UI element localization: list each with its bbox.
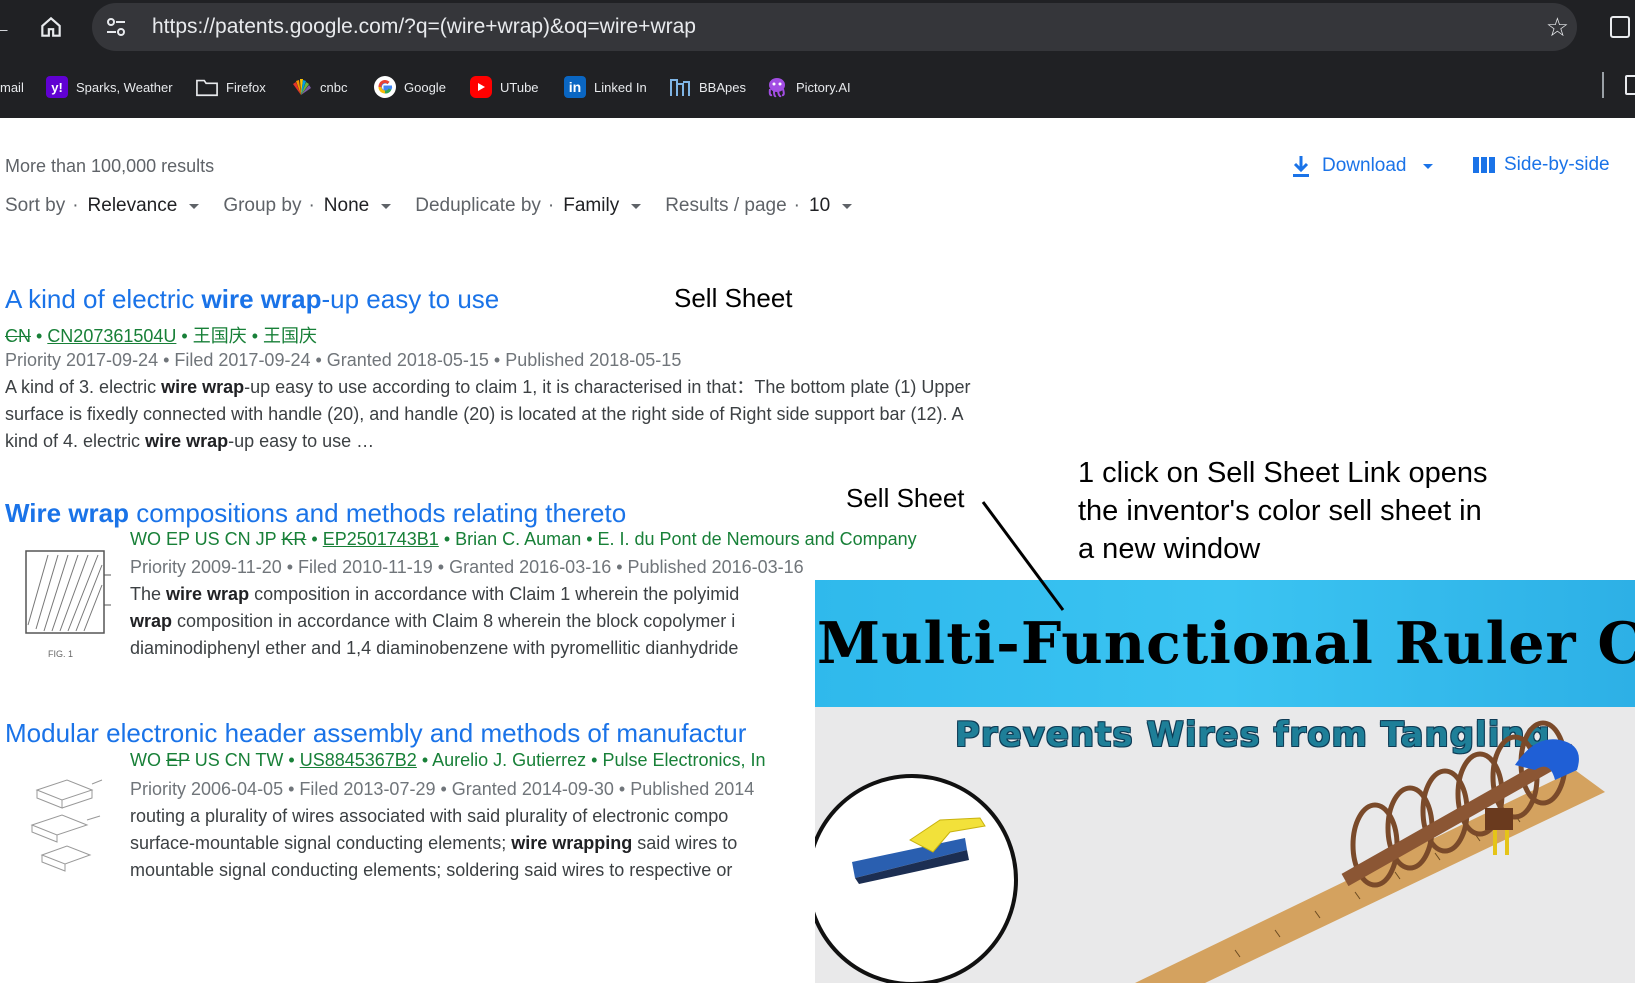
home-icon[interactable] [36, 12, 66, 42]
youtube-icon [470, 76, 492, 98]
sell-sheet-illustration [815, 720, 1605, 983]
result-title-link[interactable]: A kind of electric wire wrap-up easy to … [5, 284, 499, 315]
bookmark-firefox[interactable]: Firefox [196, 74, 266, 100]
country-codes: US CN TW [194, 750, 284, 770]
results-count: More than 100,000 results [5, 156, 215, 176]
sell-sheet-link[interactable]: Sell Sheet [846, 483, 965, 514]
bookmark-label: Linked In [594, 79, 647, 95]
patent-figure-thumbnail[interactable]: FIG. 1 [18, 545, 113, 675]
url-text[interactable]: https://patents.google.com/?q=(wire+wrap… [152, 15, 696, 39]
bookmark-utube[interactable]: UTube [470, 74, 539, 100]
bookmark-label: Firefox [226, 79, 266, 95]
country-codes: WO [130, 750, 161, 770]
title-highlight: Wire wrap [5, 498, 130, 528]
side-by-side-label: Side-by-side [1504, 154, 1610, 175]
result-dates: Priority 2009-11-20 • Filed 2010-11-19 •… [130, 557, 804, 577]
title-text: A kind of electric [5, 284, 202, 314]
publication-number-link[interactable]: EP2501743B1 [323, 529, 439, 549]
result-snippet: routing a plurality of wires associated … [130, 806, 738, 880]
title-highlight: wire wrap [201, 284, 322, 314]
bookmark-label: Google [404, 79, 446, 95]
bookmark-linkedin[interactable]: in Linked In [564, 74, 647, 100]
download-label: Download [1322, 155, 1407, 176]
result-meta: WO EP US CN TW • US8845367B2 • Aurelio J… [130, 750, 766, 770]
yahoo-icon: y! [46, 76, 68, 98]
inventors: Brian C. Auman • E. I. du Pont de Nemour… [455, 529, 917, 549]
inventors: Aurelio J. Gutierrez • Pulse Electronics… [432, 750, 766, 770]
title-text: -up easy to use [321, 284, 500, 314]
results-per-page-dropdown[interactable]: 10 [809, 195, 830, 217]
browser-toolbar: ← https://patents.google.com/?q=(wire+wr… [0, 0, 1635, 56]
chevron-down-icon[interactable] [842, 203, 853, 209]
side-by-side-button[interactable]: Side-by-side [1472, 154, 1610, 176]
results-per-page-label: Results / page [665, 195, 787, 216]
bookmark-label: cnbc [320, 79, 348, 95]
title-text: compositions and methods relating theret… [129, 498, 627, 528]
sell-sheet-window: Multi-Functional Ruler Caps Prevents Wir… [815, 580, 1635, 983]
folder-icon [196, 76, 218, 98]
dedup-label: Deduplicate by [415, 195, 541, 216]
all-bookmarks-icon[interactable] [1625, 75, 1635, 95]
bookmarks-bar: mail y! Sparks, Weather Firefox cnbc Goo… [0, 56, 1635, 118]
bookmark-label: mail [0, 79, 24, 95]
chevron-down-icon[interactable] [381, 203, 392, 209]
inventors: 王国庆 • 王国庆 [192, 326, 318, 346]
sort-by-dropdown[interactable]: Relevance [88, 195, 178, 217]
result-title-link[interactable]: Wire wrap compositions and methods relat… [5, 498, 626, 529]
bookmark-label: UTube [500, 79, 539, 95]
dedup-dropdown[interactable]: Family [563, 195, 619, 217]
result-meta: WO EP US CN JP KR • EP2501743B1 • Brian … [130, 529, 917, 549]
result-snippet: A kind of 3. electric wire wrap-up easy … [5, 377, 971, 451]
bookmark-google[interactable]: Google [374, 74, 446, 100]
chevron-down-icon[interactable] [631, 203, 642, 209]
bookmark-bbapes[interactable]: BBApes [669, 74, 746, 100]
bookmark-yahoo[interactable]: y! Sparks, Weather [46, 74, 173, 100]
chevron-down-icon[interactable] [189, 203, 200, 209]
result-title-link[interactable]: Modular electronic header assembly and m… [5, 718, 746, 749]
bookmark-pictory[interactable]: Pictory.AI [766, 74, 851, 100]
site-settings-icon[interactable] [104, 15, 128, 39]
bookmark-mail[interactable]: mail [0, 74, 24, 100]
bookmark-label: BBApes [699, 79, 746, 95]
bookmark-label: Sparks, Weather [76, 79, 173, 95]
chevron-down-icon [1422, 163, 1433, 169]
country-code: CN [5, 326, 31, 346]
publication-number-link[interactable]: US8845367B2 [300, 750, 417, 770]
google-icon [374, 76, 396, 98]
country-code: KR [281, 529, 307, 549]
bookmark-separator [1602, 72, 1604, 98]
filter-bar: Sort by · Relevance Group by · None Dedupl… [5, 195, 876, 217]
nbc-peacock-icon [290, 76, 312, 98]
bookmark-cnbc[interactable]: cnbc [290, 74, 347, 100]
columns-icon [1473, 157, 1495, 173]
back-arrow-icon[interactable]: ← [0, 12, 16, 42]
bbapes-icon [669, 76, 691, 98]
title-text: Modular electronic header assembly and m… [5, 718, 747, 748]
group-by-dropdown[interactable]: None [324, 195, 369, 217]
sort-by-label: Sort by [5, 195, 66, 216]
annotation-note: 1 click on Sell Sheet Link opens the inv… [1078, 457, 1488, 565]
bookmark-label: Pictory.AI [796, 79, 851, 95]
address-bar[interactable]: https://patents.google.com/?q=(wire+wrap… [92, 3, 1577, 51]
pictory-icon [766, 76, 788, 98]
country-code: EP [166, 750, 190, 770]
result-snippet: The wire wrap composition in accordance … [130, 584, 740, 658]
group-by-label: Group by [223, 195, 302, 216]
publication-number-link[interactable]: CN207361504U [47, 326, 176, 346]
svg-text:FIG. 1: FIG. 1 [48, 649, 73, 659]
country-codes: WO EP US CN JP [130, 529, 277, 549]
bookmark-star-icon[interactable]: ☆ [1546, 12, 1569, 42]
side-panel-icon[interactable] [1610, 16, 1630, 38]
result-meta: CN • CN207361504U • 王国庆 • 王国庆 [5, 326, 318, 346]
patent-figure-thumbnail[interactable] [22, 770, 107, 885]
download-icon [1293, 156, 1309, 177]
result-dates: Priority 2017-09-24 • Filed 2017-09-24 •… [5, 350, 682, 370]
download-button[interactable]: Download [1290, 154, 1433, 178]
result-dates: Priority 2006-04-05 • Filed 2013-07-29 •… [130, 779, 755, 799]
linkedin-icon: in [564, 76, 586, 98]
sell-sheet-link[interactable]: Sell Sheet [674, 283, 793, 314]
